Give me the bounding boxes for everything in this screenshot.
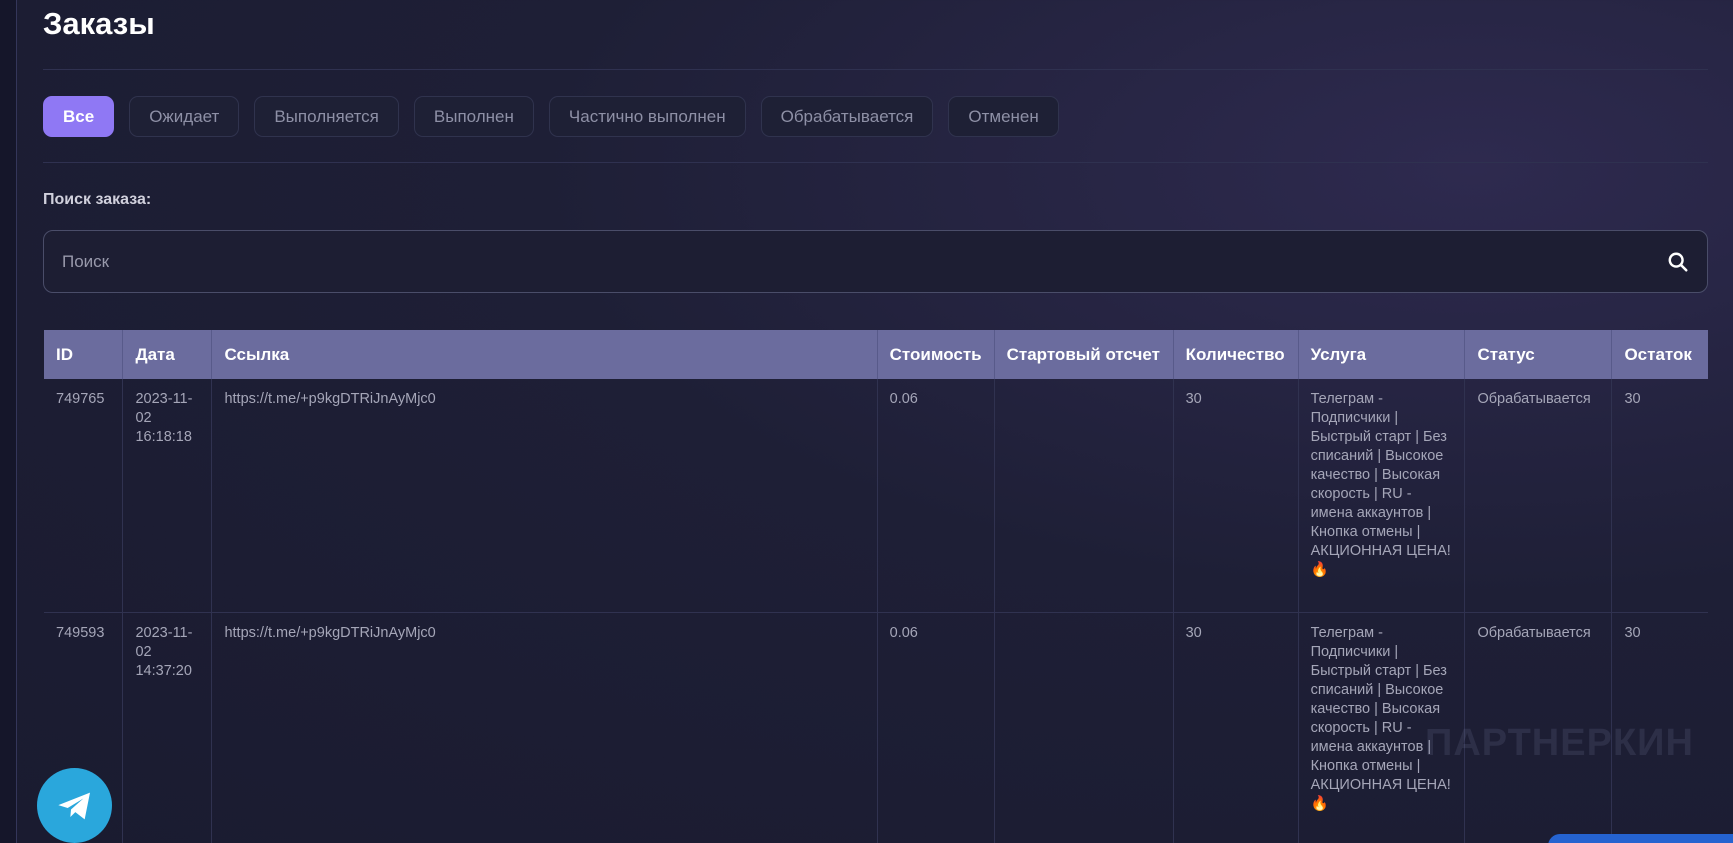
- col-date[interactable]: Дата: [122, 330, 213, 379]
- col-quantity[interactable]: Количество: [1173, 330, 1299, 379]
- cell-status: Обрабатывается: [1464, 379, 1613, 613]
- sidebar-divider: [16, 0, 17, 843]
- search-label: Поиск заказа:: [43, 191, 152, 208]
- col-service[interactable]: Услуга: [1298, 330, 1466, 379]
- filter-completed[interactable]: Выполнен: [413, 96, 534, 137]
- cell-date: 2023-11-02 16:18:18: [122, 379, 213, 613]
- filter-pending[interactable]: Ожидает: [129, 96, 240, 137]
- col-start-count[interactable]: Стартовый отсчет: [994, 330, 1174, 379]
- col-link[interactable]: Ссылка: [211, 330, 878, 379]
- filter-partial[interactable]: Частично выполнен: [548, 96, 746, 137]
- telegram-icon: [57, 792, 90, 819]
- orders-table: ID Дата Ссылка Стоимость Стартовый отсче…: [44, 330, 1708, 843]
- watermark: ПАРТНЕРКИН: [1425, 722, 1694, 764]
- cell-id: 749765: [44, 379, 124, 613]
- telegram-button[interactable]: [37, 768, 112, 843]
- table-header-row: ID Дата Ссылка Стоимость Стартовый отсче…: [44, 330, 1708, 379]
- cell-link[interactable]: https://t.me/+p9kgDTRiJnAyMjc0: [211, 612, 878, 843]
- chat-widget-button[interactable]: [1548, 834, 1733, 843]
- search-icon[interactable]: [1667, 251, 1689, 273]
- cell-cost: 0.06: [877, 612, 995, 843]
- table-row: 749765 2023-11-02 16:18:18 https://t.me/…: [44, 379, 1708, 613]
- cell-start-count: [994, 612, 1174, 843]
- search-input[interactable]: [62, 231, 1622, 292]
- filter-processing[interactable]: Обрабатывается: [760, 96, 934, 137]
- cell-date: 2023-11-02 14:37:20: [122, 612, 213, 843]
- col-remains[interactable]: Остаток: [1611, 330, 1708, 379]
- search-box: [43, 230, 1708, 293]
- left-sidebar-edge: [0, 0, 16, 843]
- cell-link[interactable]: https://t.me/+p9kgDTRiJnAyMjc0: [211, 379, 878, 613]
- col-status[interactable]: Статус: [1464, 330, 1613, 379]
- col-cost[interactable]: Стоимость: [877, 330, 995, 379]
- status-filters: Все Ожидает Выполняется Выполнен Частичн…: [43, 96, 1059, 137]
- filter-canceled[interactable]: Отменен: [948, 96, 1059, 137]
- cell-remains: 30: [1611, 379, 1708, 613]
- filter-in-progress[interactable]: Выполняется: [254, 96, 399, 137]
- divider: [43, 162, 1708, 163]
- col-id[interactable]: ID: [44, 330, 124, 379]
- cell-service: Телеграм - Подписчики | Быстрый старт | …: [1298, 379, 1466, 613]
- page-title: Заказы: [43, 6, 155, 41]
- filter-all[interactable]: Все: [43, 96, 115, 137]
- divider: [43, 69, 1708, 70]
- cell-cost: 0.06: [877, 379, 995, 613]
- cell-start-count: [994, 379, 1174, 613]
- cell-quantity: 30: [1173, 612, 1299, 843]
- cell-quantity: 30: [1173, 379, 1299, 613]
